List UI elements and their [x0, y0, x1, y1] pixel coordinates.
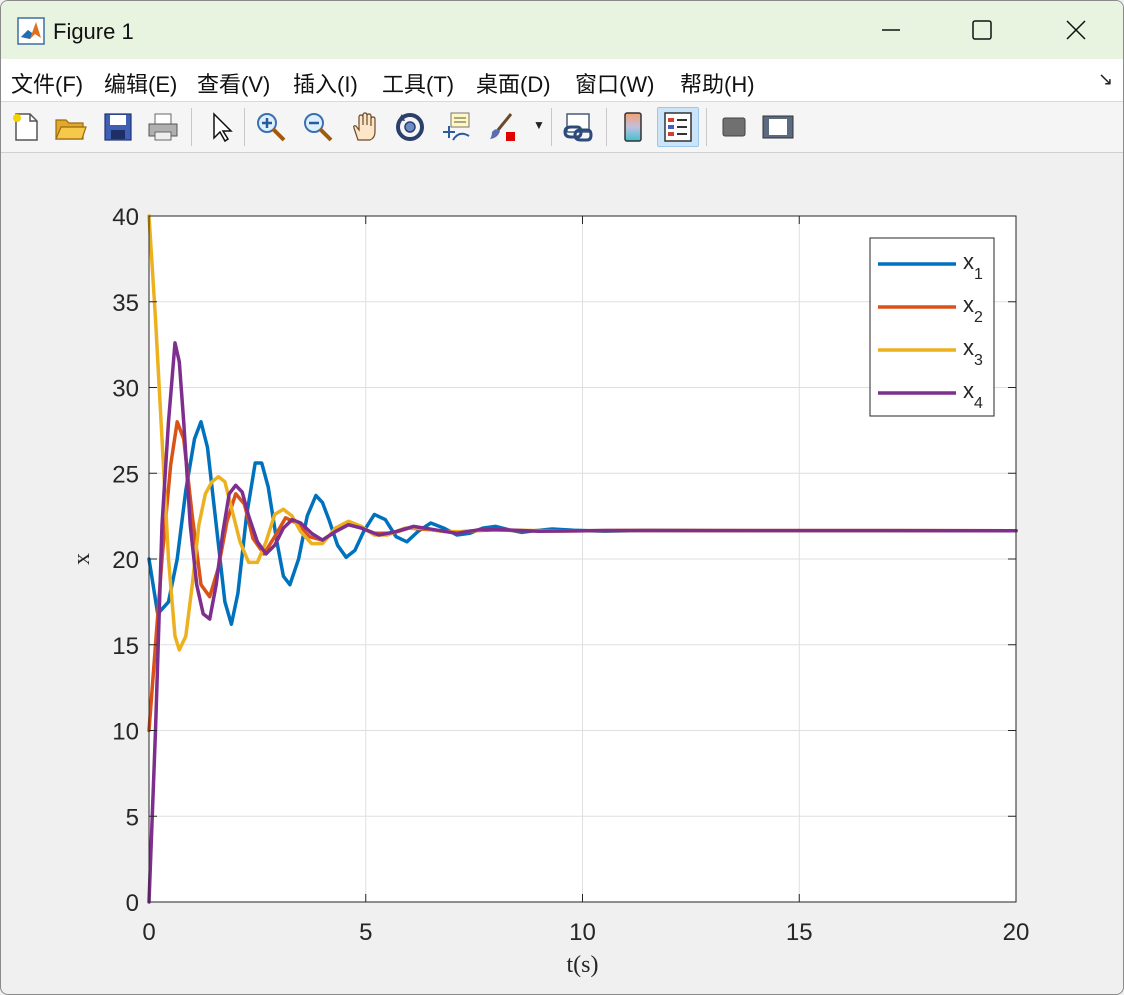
y-tick-label: 15 — [112, 633, 139, 660]
figure-window: Figure 1 文件(F) 编辑(E) 查看(V) 插入(I) 工具(T) 桌… — [0, 0, 1124, 995]
legend[interactable]: x1x2x3x4 — [869, 237, 995, 417]
x-tick-label: 0 — [142, 919, 155, 946]
x-tick-label: 10 — [569, 919, 596, 946]
y-tick-label: 25 — [112, 461, 139, 488]
y-tick-label: 40 — [112, 204, 139, 231]
y-tick-label: 20 — [112, 547, 139, 574]
y-tick-label: 0 — [126, 890, 139, 917]
plot-canvas[interactable]: 0 5 10 15 20 0 5 10 15 20 25 30 35 40 t(s) x x1x2x3x4 — [1, 1, 1123, 994]
y-tick-label: 5 — [126, 804, 139, 831]
y-axis-label: x — [69, 553, 95, 565]
y-tick-label: 10 — [112, 719, 139, 746]
x-tick-label: 20 — [1003, 919, 1030, 946]
x-tick-label: 15 — [786, 919, 813, 946]
y-tick-label: 30 — [112, 376, 139, 403]
x-tick-label: 5 — [359, 919, 372, 946]
x-axis-label: t(s) — [567, 952, 599, 978]
y-tick-label: 35 — [112, 290, 139, 317]
